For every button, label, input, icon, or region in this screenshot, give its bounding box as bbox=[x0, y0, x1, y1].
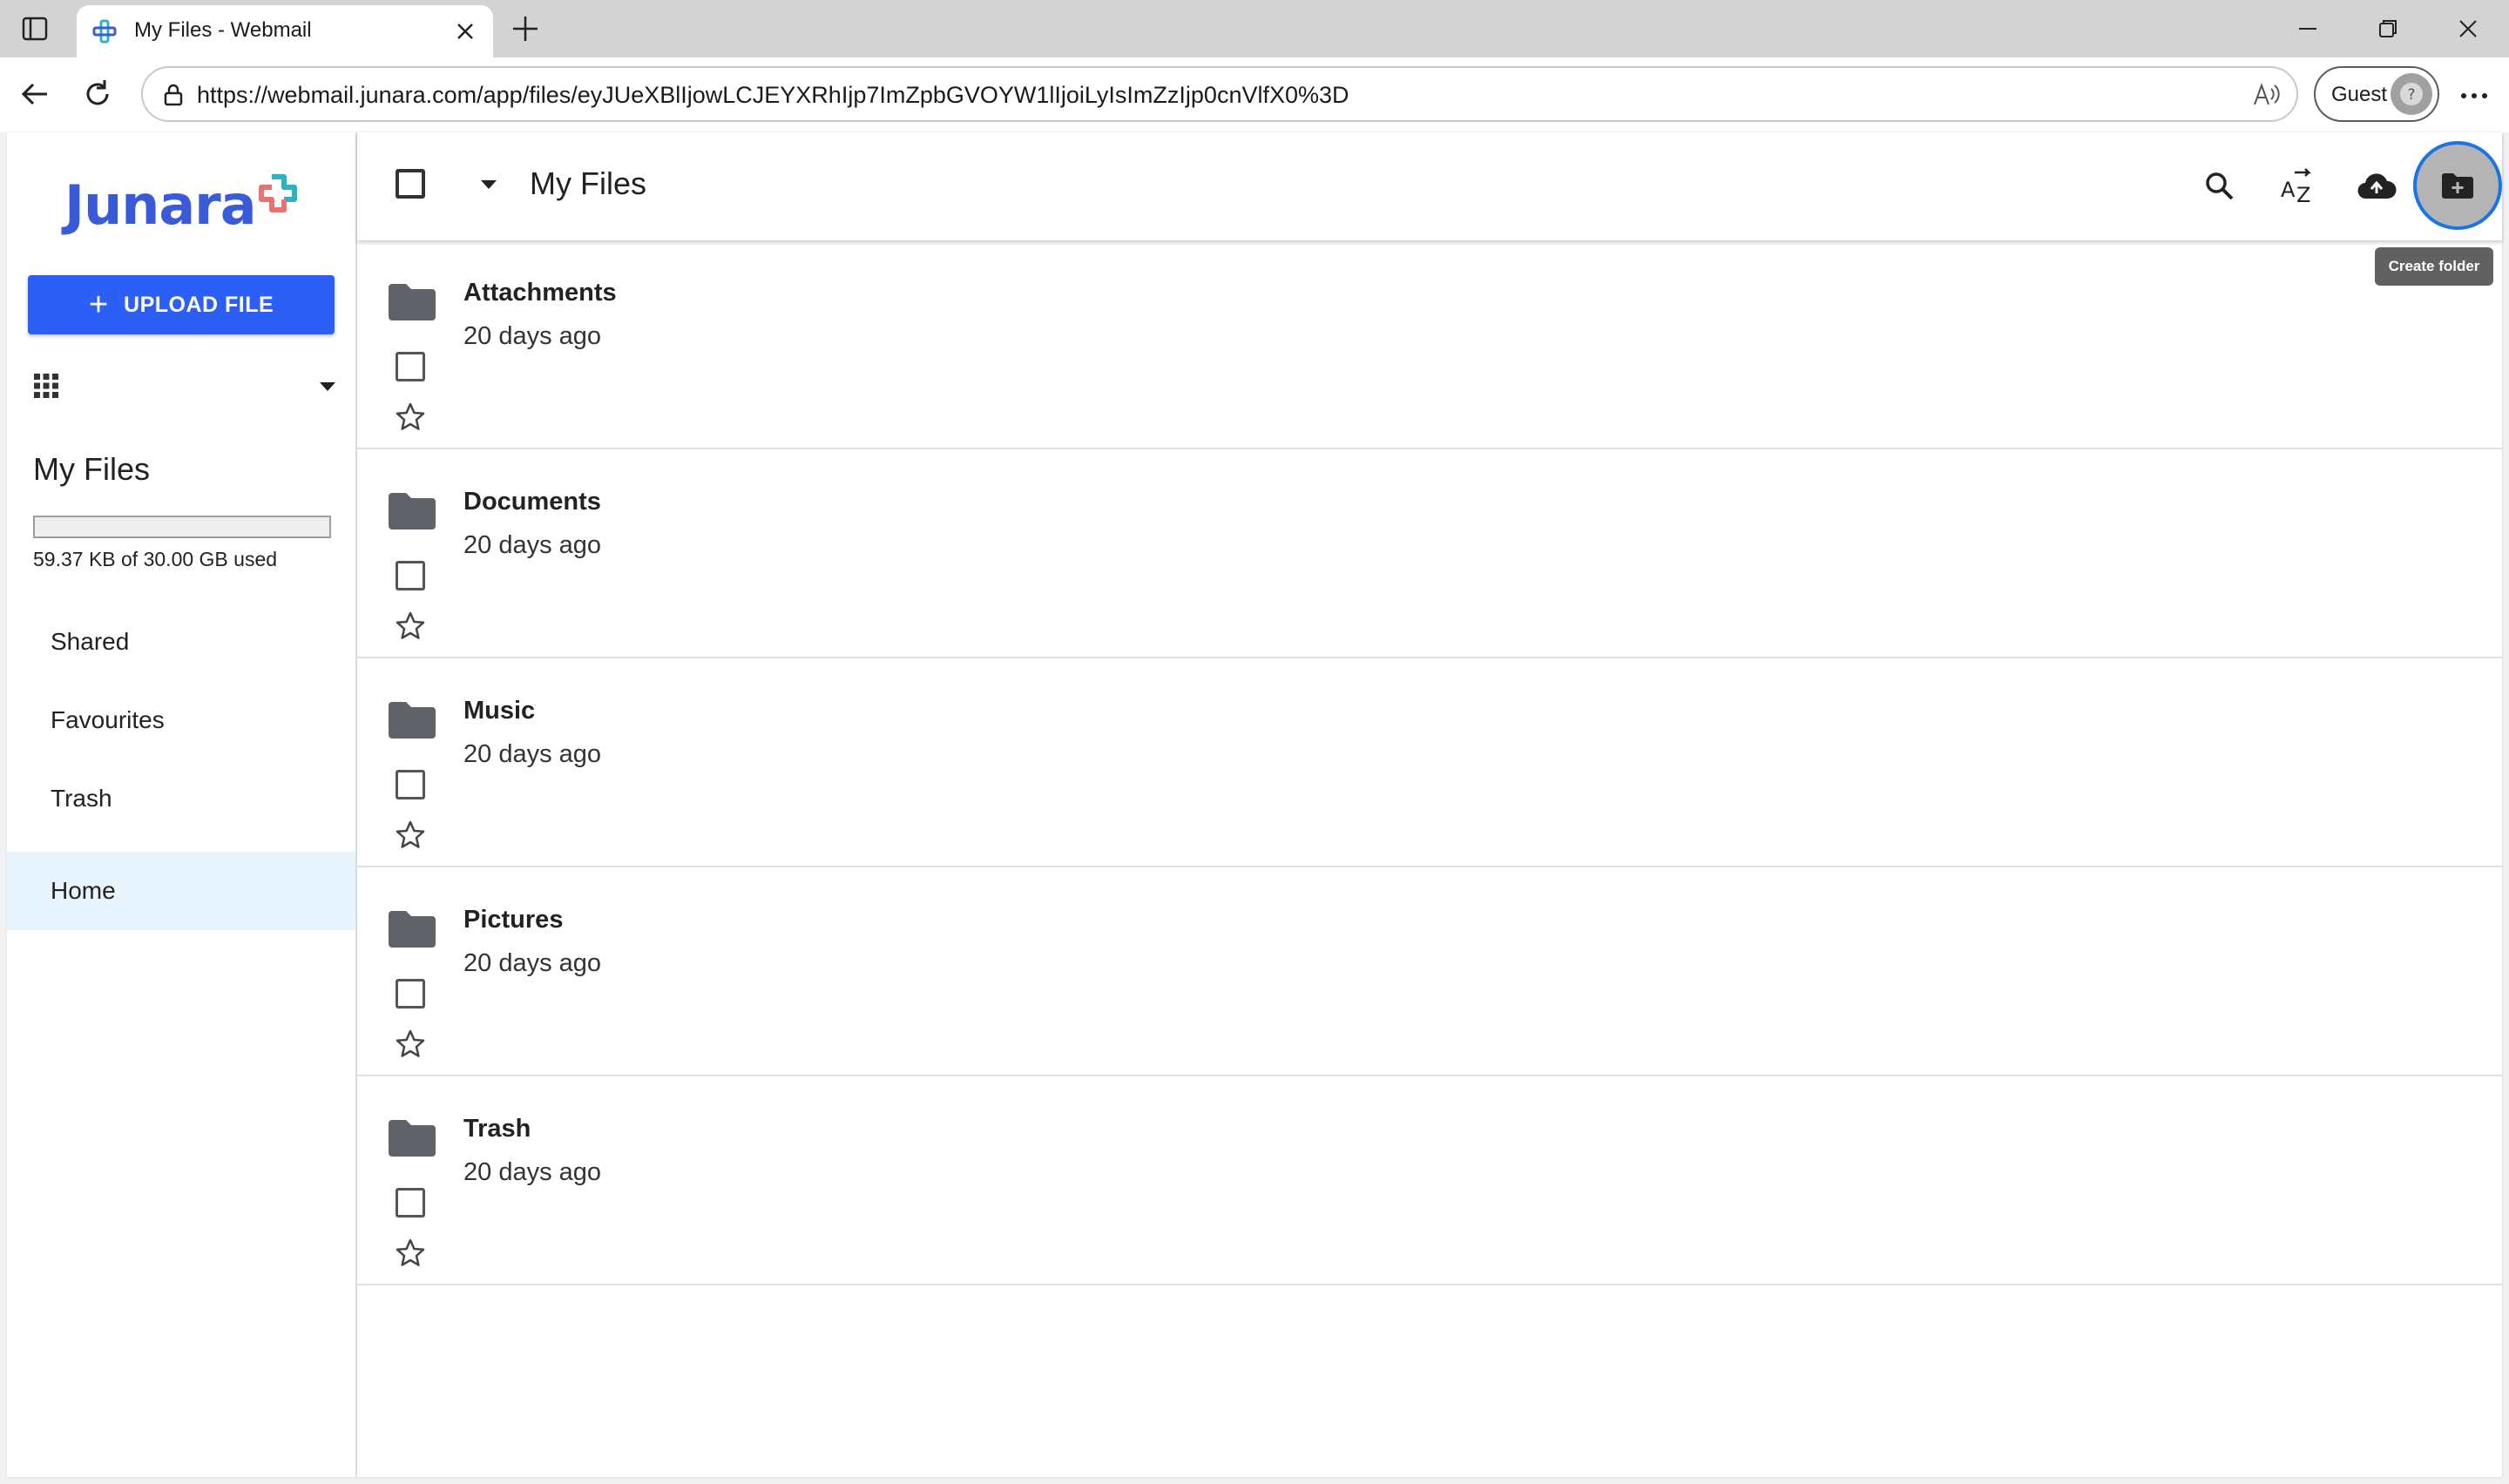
star-icon[interactable] bbox=[394, 1028, 427, 1061]
svg-text:?: ? bbox=[2407, 86, 2415, 104]
file-row-music[interactable]: Music 20 days ago bbox=[357, 658, 2502, 867]
plus-icon: + bbox=[88, 287, 109, 323]
svg-text:A: A bbox=[2281, 178, 2296, 202]
file-list-header: My Files A Z bbox=[357, 132, 2502, 240]
profile-label: Guest bbox=[2331, 83, 2388, 106]
logo-cross-icon bbox=[258, 174, 297, 212]
file-row-documents[interactable]: Documents 20 days ago bbox=[357, 449, 2502, 658]
row-checkbox[interactable] bbox=[396, 561, 425, 590]
cloud-upload-icon[interactable] bbox=[2356, 165, 2397, 207]
select-all-checkbox[interactable] bbox=[396, 169, 425, 199]
star-icon[interactable] bbox=[394, 1237, 427, 1270]
file-row-attachments[interactable]: Attachments 20 days ago bbox=[357, 240, 2502, 449]
file-date: 20 days ago bbox=[463, 740, 602, 768]
file-list-panel: My Files A Z Create folder Attachments 2… bbox=[357, 132, 2502, 1477]
file-row-pictures[interactable]: Pictures 20 days ago bbox=[357, 867, 2502, 1076]
row-checkbox[interactable] bbox=[396, 770, 425, 799]
reload-icon[interactable] bbox=[78, 75, 117, 113]
url-text[interactable]: https://webmail.junara.com/app/files/eyJ… bbox=[197, 82, 1349, 109]
file-name[interactable]: Trash bbox=[463, 1115, 531, 1143]
close-tab-icon[interactable] bbox=[453, 19, 477, 44]
star-icon[interactable] bbox=[394, 819, 427, 852]
storage-usage-text: 59.37 KB of 30.00 GB used bbox=[33, 548, 278, 570]
browser-tab-bar: My Files - Webmail bbox=[0, 0, 2509, 57]
file-date: 20 days ago bbox=[463, 322, 602, 350]
svg-text:Z: Z bbox=[2296, 183, 2310, 206]
lock-icon[interactable] bbox=[160, 82, 186, 108]
create-folder-tooltip: Create folder bbox=[2375, 247, 2493, 286]
app-root: Junara + UPLOAD FILE My Files 59.37 KB o… bbox=[0, 132, 2509, 1484]
sidebar-item-label: Favourites bbox=[51, 706, 165, 733]
logo-text: Junara bbox=[64, 172, 257, 237]
file-date: 20 days ago bbox=[463, 1158, 602, 1186]
row-checkbox[interactable] bbox=[396, 352, 425, 381]
folder-icon bbox=[387, 700, 437, 740]
browser-toolbar: https://webmail.junara.com/app/files/eyJ… bbox=[0, 57, 2509, 132]
read-aloud-icon[interactable] bbox=[2251, 80, 2281, 110]
folder-icon bbox=[387, 1118, 437, 1158]
file-name[interactable]: Music bbox=[463, 697, 535, 725]
upload-file-button[interactable]: + UPLOAD FILE bbox=[28, 275, 335, 334]
logo[interactable]: Junara bbox=[64, 172, 298, 237]
file-name[interactable]: Attachments bbox=[463, 279, 617, 307]
select-menu-chevron-icon[interactable] bbox=[479, 178, 498, 192]
page-title: My Files bbox=[530, 165, 646, 201]
folder-icon bbox=[387, 282, 437, 322]
tab-title: My Files - Webmail bbox=[134, 18, 312, 42]
sidebar-item-label: Trash bbox=[51, 785, 112, 812]
sidebar-title: My Files bbox=[33, 451, 150, 487]
sidebar-item-favourites[interactable]: Favourites bbox=[7, 681, 355, 759]
star-icon[interactable] bbox=[394, 401, 427, 434]
row-checkbox[interactable] bbox=[396, 979, 425, 1008]
new-tab-icon[interactable] bbox=[509, 12, 542, 45]
star-icon[interactable] bbox=[394, 610, 427, 643]
sidebar-item-label: Shared bbox=[51, 628, 130, 655]
junara-favicon-icon bbox=[92, 19, 117, 44]
back-icon[interactable] bbox=[16, 75, 54, 113]
file-date: 20 days ago bbox=[463, 531, 602, 559]
sidebar-item-trash[interactable]: Trash bbox=[7, 759, 355, 838]
file-date: 20 days ago bbox=[463, 949, 602, 977]
guest-avatar-icon: ? bbox=[2391, 73, 2432, 115]
create-folder-icon bbox=[2442, 173, 2473, 199]
browser-tab[interactable]: My Files - Webmail bbox=[77, 5, 493, 57]
search-icon[interactable] bbox=[2199, 165, 2241, 207]
upload-file-label: UPLOAD FILE bbox=[124, 292, 274, 317]
tab-actions-icon[interactable] bbox=[19, 14, 51, 44]
chevron-down-icon[interactable] bbox=[317, 378, 338, 395]
address-bar[interactable]: https://webmail.junara.com/app/files/eyJ… bbox=[141, 66, 2298, 122]
file-name[interactable]: Pictures bbox=[463, 906, 563, 934]
file-row-trash[interactable]: Trash 20 days ago bbox=[357, 1076, 2502, 1285]
file-name[interactable]: Documents bbox=[463, 488, 601, 516]
profile-button[interactable]: Guest ? bbox=[2314, 66, 2439, 122]
sort-az-icon[interactable]: A Z bbox=[2277, 165, 2319, 207]
storage-usage-bar bbox=[33, 516, 331, 538]
restore-icon[interactable] bbox=[2373, 14, 2403, 44]
folder-icon bbox=[387, 909, 437, 949]
sidebar: Junara + UPLOAD FILE My Files 59.37 KB o… bbox=[7, 132, 355, 1477]
sidebar-item-label: Home bbox=[51, 877, 116, 904]
row-checkbox[interactable] bbox=[396, 1188, 425, 1218]
more-options-icon[interactable] bbox=[2455, 78, 2493, 113]
create-folder-button[interactable] bbox=[2413, 141, 2502, 230]
folder-icon bbox=[387, 491, 437, 531]
apps-grid-icon[interactable] bbox=[33, 373, 59, 399]
close-window-icon[interactable] bbox=[2453, 14, 2483, 44]
sidebar-item-shared[interactable]: Shared bbox=[7, 603, 355, 681]
sidebar-item-home[interactable]: Home bbox=[7, 852, 355, 930]
app-switcher[interactable] bbox=[33, 369, 338, 404]
minimize-icon[interactable] bbox=[2293, 14, 2323, 44]
